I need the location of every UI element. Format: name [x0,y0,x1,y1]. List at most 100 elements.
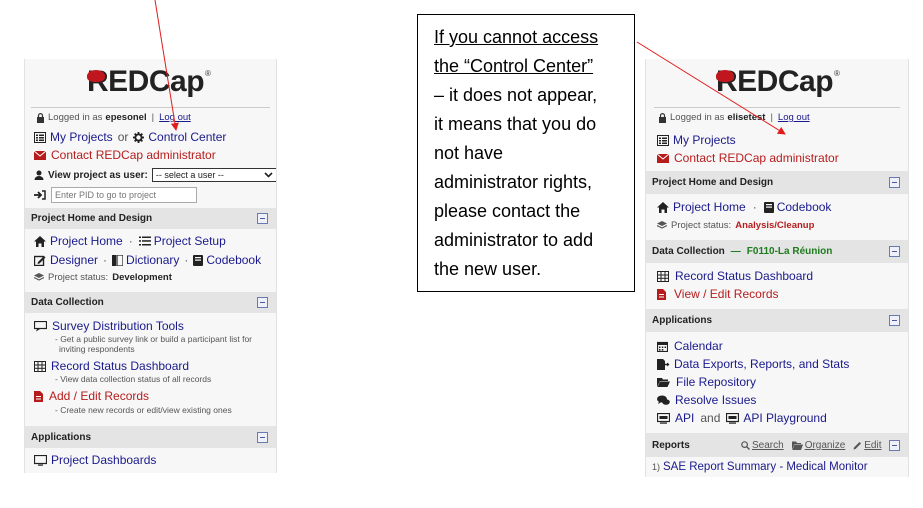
edit-link[interactable]: Edit [864,440,881,451]
list-icon [34,131,46,143]
data-exports-link[interactable]: Data Exports, Reports, and Stats [674,357,849,371]
resolve-issues-link[interactable]: Resolve Issues [675,393,756,407]
my-projects-link[interactable]: My Projects [50,130,113,144]
report-number: 1) [652,462,661,472]
left-sidebar: REDCap ® Logged in as epesonel | Log out… [24,59,277,473]
view-as-value: -- select a user -- [155,170,224,180]
api-icon [657,412,670,424]
collapse-icon[interactable] [257,213,268,224]
section-title: Applications [31,431,92,443]
note-line: it means that you do [434,114,597,134]
section-title: Data Collection [31,297,104,308]
table-icon [657,270,669,282]
resolve-row: Resolve Issues [657,393,756,407]
chevron-down-icon [264,170,273,180]
logo-blob-icon [87,70,105,82]
right-sidebar: REDCap ® Logged in as elisetest | Log ou… [645,59,909,477]
my-projects-row: My Projects [657,133,736,147]
add-edit-desc: - Create new records or edit/view existi… [55,405,232,415]
comments-icon [657,395,670,406]
pid-row [34,187,197,203]
contact-admin-link[interactable]: Contact REDCap administrator [51,148,216,162]
tasks-icon [138,236,151,246]
codebook-link[interactable]: Codebook [206,253,261,267]
api-link[interactable]: API [675,411,694,425]
status-value: Analysis/Cleanup [735,220,815,231]
dot: · [128,234,133,248]
project-home-link[interactable]: Project Home [673,200,746,214]
contact-admin-row: Contact REDCap administrator [34,148,216,162]
my-projects-link[interactable]: My Projects [673,133,736,147]
login-info: Logged in as elisetest | Log out [658,112,810,123]
survey-tools-link[interactable]: Survey Distribution Tools [52,319,184,333]
collapse-icon[interactable] [889,439,900,451]
logo-text: REDCap [87,65,205,98]
file-icon [34,390,43,402]
note-line: administrator rights, [434,172,593,192]
report-link[interactable]: SAE Report Summary - Medical Monitor [663,461,868,473]
note-line: – it does not appear, [434,85,598,105]
calendar-icon [657,341,668,352]
login-info: Logged in as epesonel | Log out [36,112,191,123]
note-line: please contact the [434,201,581,221]
project-home-link[interactable]: Project Home [50,234,123,248]
record-status-row: Record Status Dashboard [657,269,813,283]
contact-admin-link[interactable]: Contact REDCap administrator [674,151,839,165]
designer-link[interactable]: Designer [50,253,98,267]
collapse-icon[interactable] [889,246,900,257]
dictionary-link[interactable]: Dictionary [126,253,179,267]
collapse-icon[interactable] [889,177,900,188]
control-center-link[interactable]: Control Center [148,130,226,144]
file-repo-row: File Repository [657,375,756,389]
view-as-select[interactable]: -- select a user -- [151,168,276,182]
record-status-link[interactable]: Record Status Dashboard [51,359,189,373]
project-setup-link[interactable]: Project Setup [154,234,226,248]
collapse-icon[interactable] [889,315,900,326]
api-row: API and API Playground [657,411,827,425]
codebook-link[interactable]: Codebook [777,200,832,214]
pid-input[interactable] [51,187,197,203]
survey-icon [34,320,47,332]
search-icon [741,440,750,450]
logged-in-label: Logged in as [48,112,103,123]
section-applications: Applications [646,309,908,332]
add-edit-link[interactable]: Add / Edit Records [49,389,149,403]
book-icon [112,254,124,266]
dash: — [730,246,741,257]
note-box: If you cannot access the “Control Center… [417,14,635,292]
section-title: Applications [652,315,713,326]
logo-divider [31,107,270,108]
section-title: Data Collection [652,246,725,257]
username: elisetest [727,112,766,123]
file-repository-link[interactable]: File Repository [676,375,756,389]
collapse-icon[interactable] [257,297,268,308]
add-edit-row: Add / Edit Records [34,389,149,403]
logout-link[interactable]: Log out [778,112,810,123]
organize-link[interactable]: Organize [805,440,846,451]
envelope-icon [657,153,669,163]
home-icon [34,235,46,247]
record-status-link[interactable]: Record Status Dashboard [675,269,813,283]
api-playground-link[interactable]: API Playground [743,411,826,425]
status-label: Project status: [48,272,109,283]
project-status-row: Project status: Development [34,272,172,283]
logo-blob-icon [716,70,734,82]
section-title: Reports [652,439,690,451]
redcap-logo: REDCap ® [716,65,840,99]
designer-row: Designer · Dictionary · Codebook [34,253,261,267]
project-dashboards-link[interactable]: Project Dashboards [51,453,156,467]
calendar-link[interactable]: Calendar [674,339,723,353]
view-edit-link[interactable]: View / Edit Records [674,287,779,301]
survey-tools-row: Survey Distribution Tools [34,319,184,333]
or-text: or [117,130,129,144]
logout-link[interactable]: Log out [159,112,191,123]
logged-in-label: Logged in as [670,112,725,123]
folder-icon [657,377,670,387]
collapse-icon[interactable] [257,431,268,443]
user-icon [34,170,44,180]
search-link[interactable]: Search [752,440,784,451]
view-as-label: View project as user: [48,169,148,181]
note-line: the “Control Center” [434,56,594,76]
dot: · [752,200,757,214]
section-data-collection: Data Collection — F0110-La Réunion [646,240,908,263]
